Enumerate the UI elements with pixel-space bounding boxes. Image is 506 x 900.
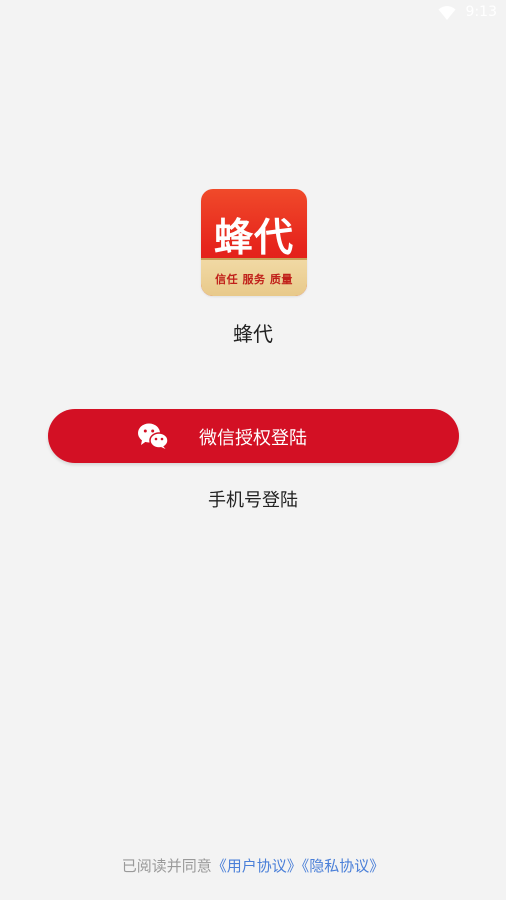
phone-login-link[interactable]: 手机号登陆 — [0, 486, 506, 512]
app-logo: 蜂代 信任 服务 质量 — [201, 189, 307, 296]
wechat-login-label: 微信授权登陆 — [199, 428, 307, 449]
logo-text: 蜂代 — [213, 216, 294, 261]
agreement-prefix: 已阅读并同意 — [121, 857, 212, 875]
wechat-icon — [138, 423, 169, 449]
wechat-login-button[interactable]: 微信授权登陆 — [48, 409, 459, 463]
logo-slogan: 信任 服务 质量 — [215, 273, 293, 286]
status-bar: 9:13 — [0, 0, 506, 26]
agreement-text: 已阅读并同意《用户协议》《隐私协议》 — [0, 855, 506, 876]
privacy-policy-link[interactable]: 《隐私协议》 — [302, 857, 385, 875]
status-time: 9:13 — [465, 4, 497, 20]
user-agreement-link[interactable]: 《用户协议》 — [212, 857, 302, 875]
wifi-icon — [438, 6, 456, 20]
app-name: 蜂代 — [233, 322, 273, 346]
